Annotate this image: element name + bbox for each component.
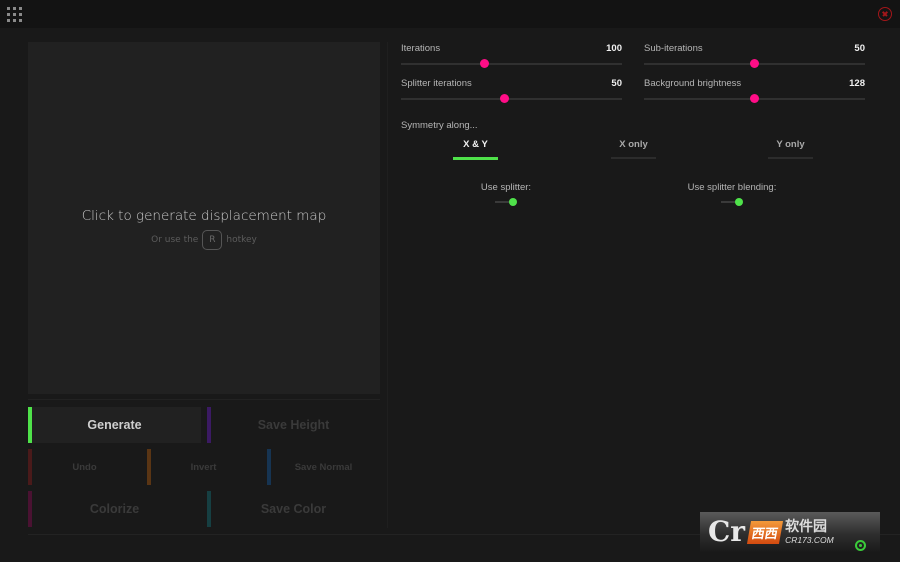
canvas-title: Click to generate displacement map [81, 208, 327, 224]
generate-button[interactable]: Generate [28, 407, 201, 443]
accent-bar [28, 407, 32, 443]
tab-underline [453, 157, 498, 160]
watermark-dot-icon [855, 540, 866, 551]
accent-bar [28, 449, 32, 485]
slider-label: Iterations [401, 43, 441, 54]
slider-value: 128 [849, 78, 865, 89]
tab-label: Y only [776, 139, 805, 150]
invert-button[interactable]: Invert [147, 449, 260, 485]
watermark-cr: Cr [708, 515, 746, 548]
slider-track[interactable] [401, 59, 622, 68]
hint-suffix: hotkey [226, 235, 257, 245]
toggle-knob [735, 198, 743, 206]
generate-label: Generate [87, 418, 142, 432]
slider-value: 100 [606, 43, 622, 54]
use-splitter-blending-group: Use splitter blending: [676, 182, 788, 211]
divider [28, 399, 380, 400]
slider-background-brightness: Background brightness 128 [644, 78, 865, 103]
colorize-button[interactable]: Colorize [28, 491, 201, 527]
hint-prefix: Or use the [151, 235, 199, 245]
watermark-chinese: 软件园 [785, 518, 828, 535]
accent-bar [207, 491, 211, 527]
hotkey-badge: R [202, 230, 223, 250]
undo-button[interactable]: Undo [28, 449, 141, 485]
tab-label: X only [619, 139, 648, 150]
tab-label: X & Y [463, 139, 488, 150]
accent-bar [28, 491, 32, 527]
tab-symmetry-x-only[interactable]: X only [611, 139, 656, 159]
slider-label: Sub-iterations [644, 43, 703, 54]
use-splitter-blending-toggle[interactable] [721, 198, 743, 206]
accent-bar [207, 407, 211, 443]
watermark-logo: Cr 西西 软件园 CR173.COM [700, 512, 880, 552]
slider-thumb[interactable] [480, 59, 490, 68]
displacement-map-canvas[interactable]: Click to generate displacement map Or us… [28, 42, 380, 394]
symmetry-label: Symmetry along... [401, 120, 478, 131]
divider [387, 42, 388, 528]
undo-label: Undo [72, 461, 97, 473]
slider-track[interactable] [644, 59, 865, 68]
save-color-button[interactable]: Save Color [207, 491, 380, 527]
tab-symmetry-y-only[interactable]: Y only [768, 139, 813, 159]
tab-underline [768, 157, 813, 159]
slider-value: 50 [611, 78, 622, 89]
slider-track[interactable] [401, 94, 622, 103]
close-icon[interactable] [878, 7, 892, 21]
accent-bar [147, 449, 151, 485]
slider-thumb[interactable] [750, 59, 759, 68]
slider-label: Background brightness [644, 78, 742, 89]
accent-bar [267, 449, 271, 485]
slider-thumb[interactable] [750, 94, 759, 103]
watermark-url: CR173.COM [785, 534, 834, 545]
watermark-badge: 西西 [747, 520, 784, 544]
slider-sub-iterations: Sub-iterations 50 [644, 43, 865, 68]
slider-splitter-iterations: Splitter iterations 50 [401, 78, 622, 103]
slider-label: Splitter iterations [401, 78, 472, 89]
slider-thumb[interactable] [500, 94, 510, 103]
slider-iterations: Iterations 100 [401, 43, 622, 68]
save-normal-label: Save Normal [294, 461, 353, 473]
watermark-text: 软件园 CR173.COM [785, 520, 834, 545]
colorize-label: Colorize [89, 502, 140, 516]
tab-underline [611, 157, 656, 159]
toggle-label: Use splitter blending: [687, 182, 777, 193]
save-height-button[interactable]: Save Height [207, 407, 380, 443]
slider-value: 50 [854, 43, 865, 54]
canvas-hint: Or use the R hotkey [28, 230, 380, 250]
use-splitter-toggle[interactable] [495, 198, 517, 206]
invert-label: Invert [190, 461, 217, 473]
tab-symmetry-xy[interactable]: X & Y [453, 139, 498, 160]
title-bar [0, 0, 900, 28]
toggle-knob [509, 198, 517, 206]
toggle-label: Use splitter: [480, 182, 532, 193]
apps-grid-icon[interactable] [7, 7, 22, 22]
save-normal-button[interactable]: Save Normal [267, 449, 380, 485]
save-color-label: Save Color [260, 502, 327, 516]
save-height-label: Save Height [257, 418, 330, 432]
use-splitter-group: Use splitter: [470, 182, 542, 211]
slider-track[interactable] [644, 94, 865, 103]
